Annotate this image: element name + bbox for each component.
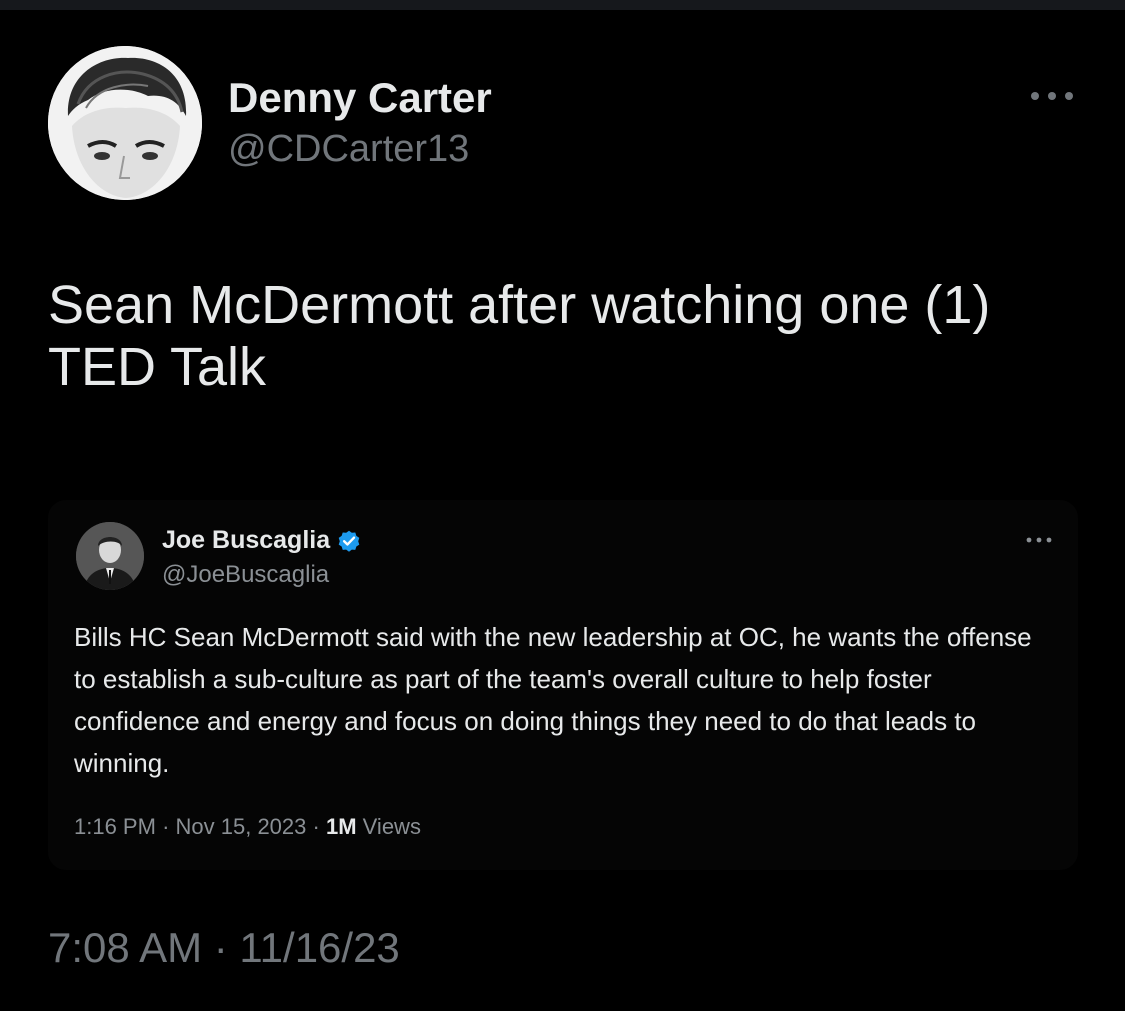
quoted-author-name[interactable]: Joe Buscaglia (162, 526, 330, 555)
quoted-more-options-button[interactable] (1024, 532, 1054, 548)
meta-separator: · (162, 814, 170, 839)
meta-separator: · (312, 814, 320, 839)
author-avatar[interactable] (48, 46, 202, 200)
more-options-button[interactable] (1028, 84, 1076, 108)
more-horizontal-icon (1026, 537, 1052, 543)
quoted-avatar-photo (76, 522, 144, 590)
tweet-timestamp[interactable]: 7:08 AM · 11/16/23 (48, 924, 400, 972)
author-name[interactable]: Denny Carter (228, 74, 492, 122)
quoted-author-avatar[interactable] (76, 522, 144, 590)
quoted-name-row: Joe Buscaglia (162, 526, 362, 555)
quoted-tweet[interactable]: Joe Buscaglia @JoeBuscaglia Bills HC Sea… (48, 500, 1078, 870)
author-avatar-illustration (48, 46, 202, 200)
quoted-author-handle[interactable]: @JoeBuscaglia (162, 561, 329, 589)
verified-badge-icon (338, 530, 360, 552)
tweet: Denny Carter @CDCarter13 Sean McDermott … (0, 0, 1125, 1011)
quoted-tweet-text: Bills HC Sean McDermott said with the ne… (74, 622, 1032, 778)
quoted-tweet-meta: 1:16 PM · Nov 15, 2023 · 1M Views (74, 814, 421, 840)
views-count: 1M (325, 814, 357, 839)
quoted-date: Nov 15, 2023 (175, 814, 307, 839)
quoted-time: 1:16 PM (74, 814, 156, 839)
more-horizontal-icon (1031, 92, 1073, 100)
tweet-text: Sean McDermott after watching one (1) TE… (48, 275, 991, 397)
views-label: Views (362, 814, 421, 839)
author-handle[interactable]: @CDCarter13 (228, 128, 469, 171)
